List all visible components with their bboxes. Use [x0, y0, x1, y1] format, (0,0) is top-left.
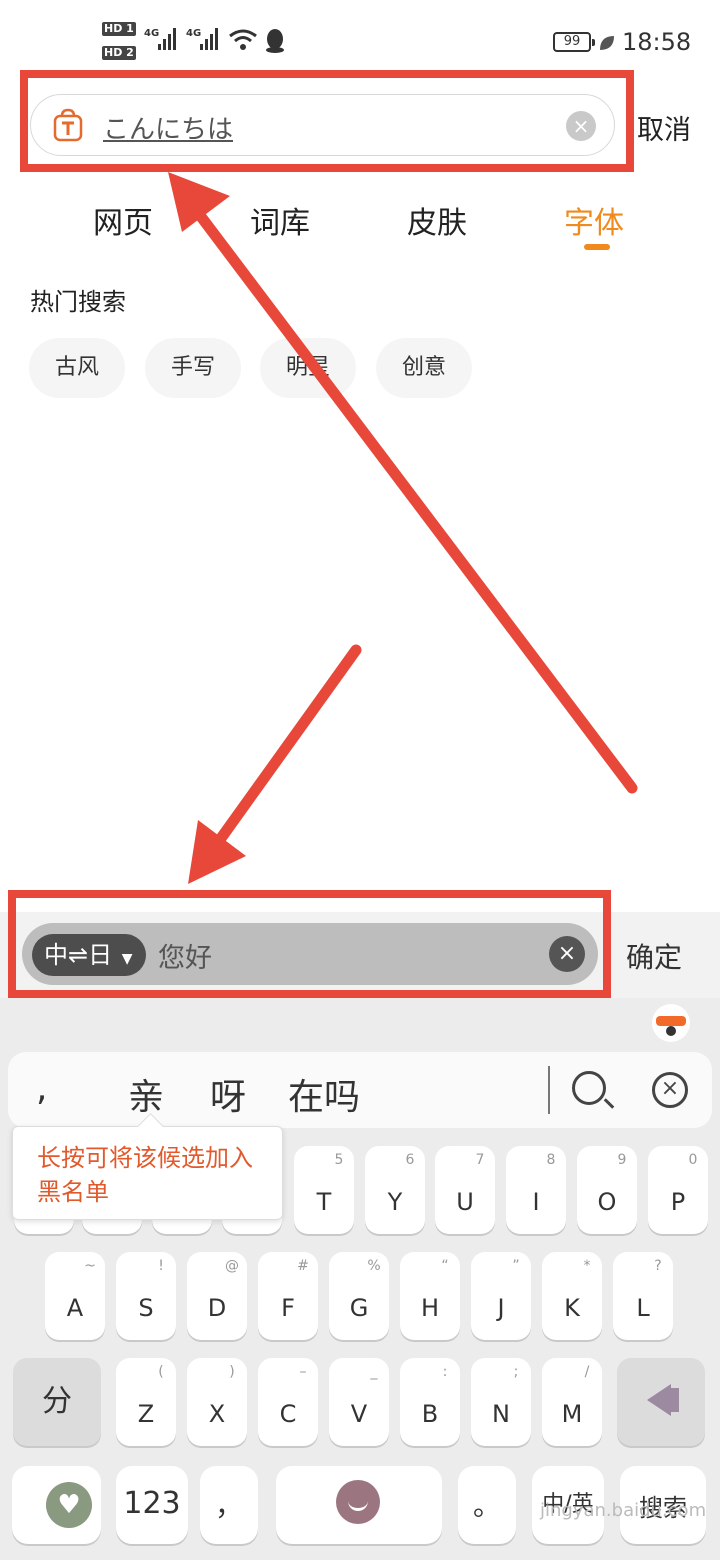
arrow-up-line	[190, 204, 638, 794]
annotation-arrows	[168, 172, 638, 884]
arrow-down-line	[208, 644, 362, 854]
arrow-down-head	[188, 820, 246, 884]
